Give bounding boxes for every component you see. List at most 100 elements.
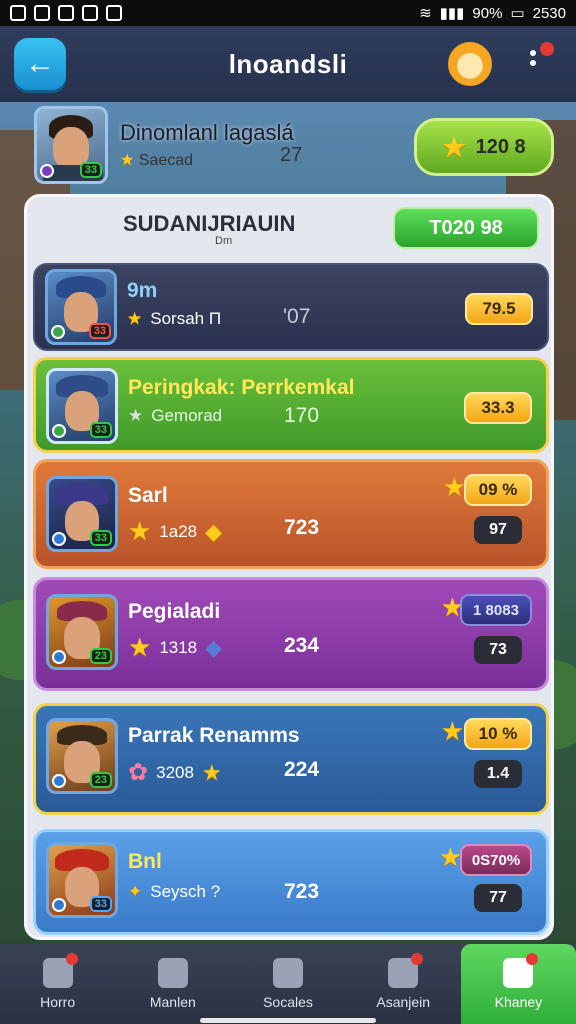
player-subtitle: ✿ 3208 ★ [128,759,222,786]
notification-icon [34,5,50,21]
star-icon: ★ [442,472,466,502]
rank-icon [52,650,66,664]
score-pill[interactable]: 09 % [464,474,532,506]
player-name: Peringkak: Perrkemkal [128,376,355,399]
star-icon: ✦ [128,882,143,901]
player-number: 27 [280,144,303,166]
gem-icon: ◆ [205,634,223,660]
star-icon: ★ [201,759,222,785]
star-icon: ★ [438,842,462,872]
player-name: 9m [127,279,158,302]
player-subtitle: ★ Saecad [120,152,194,169]
notification-icon [10,5,26,21]
flower-icon: ✿ [128,759,149,786]
star-icon: ★ [128,632,152,662]
nav-label: Socales [263,994,313,1010]
score-button[interactable]: ★ 120 8 [414,118,554,176]
leaderboard-row[interactable]: 33 Peringkak: Perrkemkal ★ Gemorad 170 33… [33,357,549,453]
wifi-icon: ≋ [419,5,432,22]
player-number: 224 [284,758,320,781]
player-name: Bnl [128,850,162,873]
level-badge: 33 [89,422,112,438]
home-indicator[interactable] [200,1018,376,1023]
social-icon [273,958,303,988]
current-player-row[interactable]: 33 Dinomlanl lagaslá ★ Saecad 27 ★ 120 8 [34,106,564,190]
player-subtitle: ★ 1a28 ◆ [128,516,223,546]
nav-label: Manlen [149,994,196,1010]
notification-icon [58,5,74,21]
avatar: 33 [46,842,118,918]
rank-pill: 97 [474,516,522,544]
level-badge: 33 [88,323,111,339]
avatar: 23 [46,594,118,670]
score-pill[interactable]: 79.5 [465,293,533,325]
rank-icon [52,424,66,438]
level-badge: 23 [89,648,112,664]
score-pill[interactable]: 1 8083 [460,594,532,626]
status-bar: ≋ ▮▮▮ 90% ▭ 2530 [0,0,576,26]
rank-pill: 77 [474,884,522,912]
star-icon: ★ [127,309,143,328]
notification-icons [10,5,122,21]
score-pill[interactable]: 33.3 [464,392,532,424]
panel-header: SUDANIJRIAUIN Dm T020 98 [27,197,551,259]
mascot-icon[interactable] [448,42,492,86]
notification-icon [82,5,98,21]
bottom-nav: Horro Manlen Socales Asanjein Khaney [0,944,576,1024]
star-icon: ★ [442,131,466,162]
star-icon: ★ [120,152,135,169]
player-subtitle: ★ Gemorad [128,406,223,425]
leaderboard-row[interactable]: 33 Sarl ★ 1a28 ◆ 723 ★ 09 % 97 [33,459,549,569]
leaderboard-row[interactable]: 33 Bnl ✦ Seysch ? 723 ★ 0S70% 77 [33,829,549,935]
back-button[interactable]: ← [14,38,66,90]
score-pill[interactable]: 10 % [464,718,532,750]
player-name: Sarl [128,484,168,507]
nav-item-leaderboard[interactable]: Khaney [460,944,576,1024]
more-menu-icon[interactable] [520,42,554,82]
mission-icon [157,958,188,988]
rank-icon [52,774,66,788]
panel-title: SUDANIJRIAUIN [123,211,296,236]
star-icon: ★ [440,716,464,746]
level-badge: 33 [79,162,102,178]
notification-badge [411,953,424,965]
gem-icon: ◆ [205,518,223,544]
avatar: 33 [34,106,108,184]
panel-score-button[interactable]: T020 98 [393,207,539,249]
player-number: '07 [283,305,311,328]
clock: 2530 [532,4,566,22]
player-subtitle: ★ 1318 ◆ [128,632,223,662]
player-subtitle: ★ Sorsah Π [127,309,222,328]
app-header: ← lnoandsli [0,26,576,102]
arrow-left-icon: ← [25,47,55,80]
leaderboard-row[interactable]: 33 9m ★ Sorsah Π '07 79.5 [33,263,549,351]
nav-item-missions[interactable]: Manlen [115,944,230,1024]
avatar: 23 [46,718,118,794]
notification-icon [106,5,122,21]
rank-pill: 73 [474,636,522,664]
player-number: 723 [284,880,320,903]
leaderboard-panel: SUDANIJRIAUIN Dm T020 98 33 9m ★ Sorsah Π… [24,194,554,940]
level-badge: 33 [89,896,112,912]
leaderboard-row[interactable]: 23 Parrak Renamms ✿ 3208 ★ 224 ★ 10 % 1.4 [33,703,549,815]
score-pill[interactable]: 0S70% [460,844,532,876]
score-value: 120 8 [475,135,526,158]
avatar: 33 [45,269,117,345]
nav-label: Asanjein [376,994,431,1010]
leaderboard-row[interactable]: 23 Pegialadi ★ 1318 ◆ 234 ★ 1 8083 73 [33,577,549,691]
nav-item-home[interactable]: Horro [0,944,115,1024]
notification-badge [526,953,539,965]
nav-label: Khaney [494,994,543,1010]
rank-icon [52,898,66,912]
rank-pill: 1.4 [474,760,522,788]
leaderboard-icon [503,953,539,988]
star-icon: ★ [128,516,152,546]
nav-item-achievements[interactable]: Asanjein [346,944,461,1024]
page-title: lnoandsli [228,48,348,79]
rank-icon [52,532,66,546]
battery-level: 90% [472,4,503,22]
player-name: Pegialadi [128,600,221,623]
player-name: Parrak Renamms [128,724,300,747]
nav-item-social[interactable]: Socales [230,944,345,1024]
nav-label: Horro [40,994,76,1010]
